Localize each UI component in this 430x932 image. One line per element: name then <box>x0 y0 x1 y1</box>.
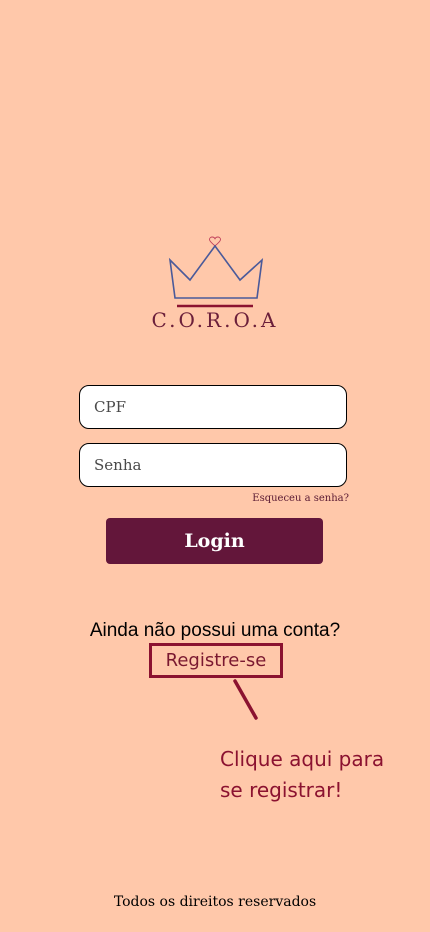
pointer-line <box>233 679 258 720</box>
app-logo: C.O.R.O.A <box>0 226 430 336</box>
footer-text: Todos os direitos reservados <box>113 894 317 910</box>
login-button[interactable]: Login <box>106 518 323 564</box>
forgot-password-link[interactable]: Esqueceu a senha? <box>252 493 349 504</box>
register-hint-line-2: se registrar! <box>220 778 343 802</box>
register-hint: Clique aqui para se registrar! <box>220 744 420 806</box>
no-account-prompt: Ainda não possui uma conta? <box>89 620 341 641</box>
crown-icon <box>168 236 264 308</box>
register-hint-line-1: Clique aqui para <box>220 747 385 771</box>
password-input[interactable] <box>79 443 347 487</box>
brand-name: C.O.R.O.A <box>151 308 279 332</box>
register-link[interactable]: Registre-se <box>149 643 283 678</box>
cpf-input[interactable] <box>79 385 347 429</box>
